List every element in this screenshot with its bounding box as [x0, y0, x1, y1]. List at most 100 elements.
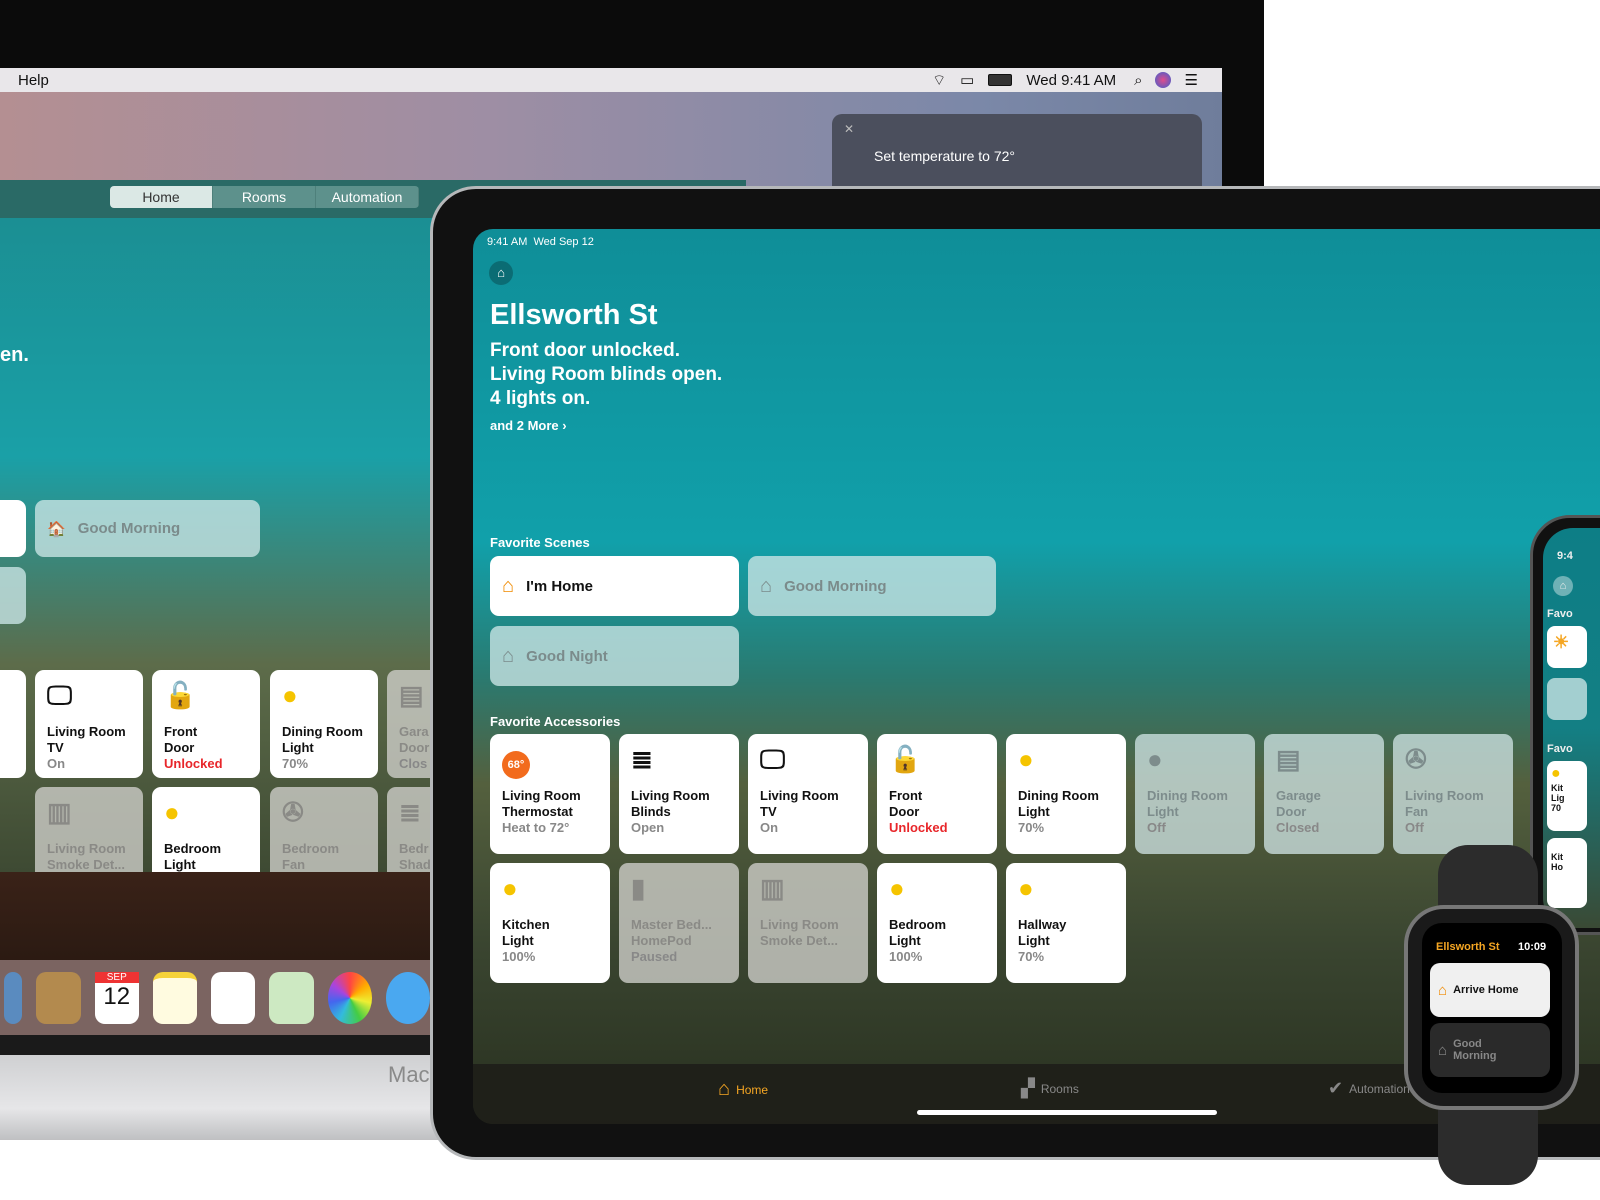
tab-rooms[interactable]: Rooms: [213, 186, 316, 208]
accessory-tile-2[interactable]: Kit Ho: [1547, 838, 1587, 908]
accessory-name: Hallway Light: [1018, 917, 1067, 948]
good-morning-icon: ⌂: [1438, 1041, 1448, 1059]
dock-mail[interactable]: [4, 971, 23, 1024]
mac-label: Mac: [388, 1062, 430, 1087]
accessory-status: Closed: [1276, 820, 1320, 835]
accessory-tile[interactable]: ● Kitchen Light 100%: [490, 863, 610, 983]
accessory-tile[interactable]: 🖵 Living Room TV On: [748, 734, 868, 854]
lightbulb-icon: ●: [1018, 744, 1034, 774]
notification-list-icon[interactable]: ☰: [1185, 71, 1198, 89]
accessory-tile[interactable]: ● Dining Room Light Off: [1135, 734, 1255, 854]
dock-messages[interactable]: [385, 971, 430, 1024]
accessory-tile[interactable]: ● Hallway Light 70%: [1006, 863, 1126, 983]
status-bar-time: 9:41 AM Wed Sep 12: [487, 236, 594, 248]
scene-tile-2[interactable]: [1547, 678, 1587, 720]
battery-icon[interactable]: [988, 74, 1013, 86]
dock-contacts[interactable]: [36, 971, 81, 1024]
accessory-status: Off: [1405, 820, 1424, 835]
accessory-tile[interactable]: ▮ Master Bed... HomePod Paused: [619, 863, 739, 983]
scene-good-morning[interactable]: 🏠 Good Morning: [35, 500, 260, 557]
scene-partial[interactable]: [0, 500, 26, 557]
scene-tile[interactable]: ☀: [1547, 626, 1587, 668]
home-icon[interactable]: ⌂: [489, 261, 513, 285]
home-icon: ⌂: [718, 1078, 731, 1100]
accessory-tile[interactable]: 68° Living Room Thermostat Heat to 72°: [490, 734, 610, 854]
home-title: Ellsworth St: [490, 299, 658, 331]
accessory-name: Master Bed... HomePod: [631, 917, 712, 948]
accessory-name: Bedroom Light: [889, 917, 947, 948]
lightbulb-icon: ●: [1551, 765, 1561, 782]
accessory-status: On: [760, 820, 779, 835]
lightbulb-icon: ●: [1018, 873, 1034, 903]
lightbulb-icon: ●: [1147, 744, 1163, 774]
accessory-tile[interactable]: ● Dining Room Light 70%: [1006, 734, 1126, 854]
lightbulb-icon: ●: [164, 797, 180, 827]
wifi-icon[interactable]: ⌔: [932, 71, 946, 90]
accessory-status: Heat to 72°: [502, 820, 570, 835]
home-indicator: [917, 1110, 1217, 1115]
accessory-tile[interactable]: ✇ Living Room Fan Off: [1393, 734, 1513, 854]
lock-open-icon: 🔓: [889, 744, 922, 774]
watch-time: 10:09: [1518, 941, 1547, 953]
good-morning-icon: ⌂: [760, 574, 773, 597]
accessory-tile[interactable]: ● Kit Lig 70: [1547, 761, 1587, 831]
accessory-name: Front Door: [889, 788, 923, 819]
accessory-tile[interactable]: 🔓 Front Door Unlocked: [877, 734, 997, 854]
accessory-status: Paused: [631, 949, 678, 964]
accessory-tile[interactable]: ● Bedroom Light 100%: [877, 863, 997, 983]
accessories-header: Favorite Accessories: [490, 714, 621, 729]
tab-automation[interactable]: Automation: [316, 186, 419, 208]
tile-partial[interactable]: [0, 670, 26, 778]
watch-screen: Ellsworth St 10:09 ⌂ Arrive Home ⌂ Good Mo…: [1422, 923, 1562, 1093]
accessory-status: 100%: [502, 949, 536, 964]
menu-help[interactable]: Help: [18, 72, 49, 89]
lightbulb-icon: ●: [889, 873, 905, 903]
smoke-detector-icon: ▥: [47, 797, 72, 827]
dock-maps[interactable]: [269, 971, 314, 1024]
dock-reminders[interactable]: [211, 971, 256, 1024]
scene-good-morning[interactable]: ⌂ Good Morning: [748, 556, 996, 616]
section-header: Favo: [1547, 743, 1573, 755]
accessory-tile[interactable]: ▥ Living Room Smoke Det...: [748, 863, 868, 983]
tab-home[interactable]: ⌂ Home: [718, 1078, 768, 1101]
dock-notes[interactable]: [152, 971, 198, 1024]
tab-rooms[interactable]: ▞ Rooms: [1021, 1078, 1079, 1099]
thermostat-badge: 68°: [502, 744, 598, 788]
dock-calendar[interactable]: SEP 12: [94, 971, 139, 1024]
scene-good-night[interactable]: ⌂ Good Night: [490, 626, 739, 686]
siri-icon[interactable]: [1154, 72, 1171, 88]
more-link[interactable]: and 2 More ›: [490, 418, 567, 433]
scene-im-home[interactable]: ⌂ I'm Home: [490, 556, 739, 616]
home-icon[interactable]: ⌂: [1553, 576, 1573, 596]
tab-segmented-control: Home Rooms Automation: [110, 186, 419, 208]
dock-photos[interactable]: [327, 971, 372, 1024]
automation-icon: ✔: [1328, 1078, 1344, 1098]
close-icon[interactable]: ✕: [844, 122, 854, 136]
accessory-name: Dining Room Light: [1018, 788, 1099, 819]
menubar-clock[interactable]: Wed 9:41 AM: [1026, 72, 1116, 89]
lightbulb-icon: ●: [282, 680, 298, 710]
good-morning-icon: 🏠: [47, 520, 66, 538]
accessory-name: Garage Door: [1276, 788, 1321, 819]
menu-bar: Help ⌔ ▭ Wed 9:41 AM ⌕ ☰: [0, 68, 1222, 92]
accessory-tile[interactable]: ≣ Living Room Blinds Open: [619, 734, 739, 854]
scene-good-morning[interactable]: ⌂ Good Morning: [1430, 1023, 1550, 1077]
tab-home[interactable]: Home: [110, 186, 213, 208]
airplay-icon[interactable]: ▭: [960, 71, 974, 89]
tile-living-room-tv[interactable]: 🖵 Living Room TV On: [35, 670, 143, 778]
lightbulb-icon: ●: [502, 873, 518, 903]
arrive-home-icon: ⌂: [1438, 981, 1448, 999]
scene-partial-2[interactable]: [0, 567, 26, 624]
tile-dining-room-light[interactable]: ● Dining Room Light 70%: [270, 670, 378, 778]
search-icon[interactable]: ⌕: [1134, 72, 1142, 89]
accessory-name: Living Room Fan: [1405, 788, 1484, 819]
tile-front-door[interactable]: 🔓 Front Door Unlocked: [152, 670, 260, 778]
scene-arrive-home[interactable]: ⌂ Arrive Home: [1430, 963, 1550, 1017]
lock-open-icon: 🔓: [164, 680, 197, 710]
tab-automation[interactable]: ✔ Automation: [1328, 1078, 1410, 1099]
accessory-name: Living Room Blinds: [631, 788, 710, 819]
tv-icon: 🖵: [47, 680, 73, 710]
accessory-tile[interactable]: ▤ Garage Door Closed: [1264, 734, 1384, 854]
watch-home-name: Ellsworth St: [1436, 941, 1500, 953]
garage-icon: ▤: [1276, 744, 1301, 774]
